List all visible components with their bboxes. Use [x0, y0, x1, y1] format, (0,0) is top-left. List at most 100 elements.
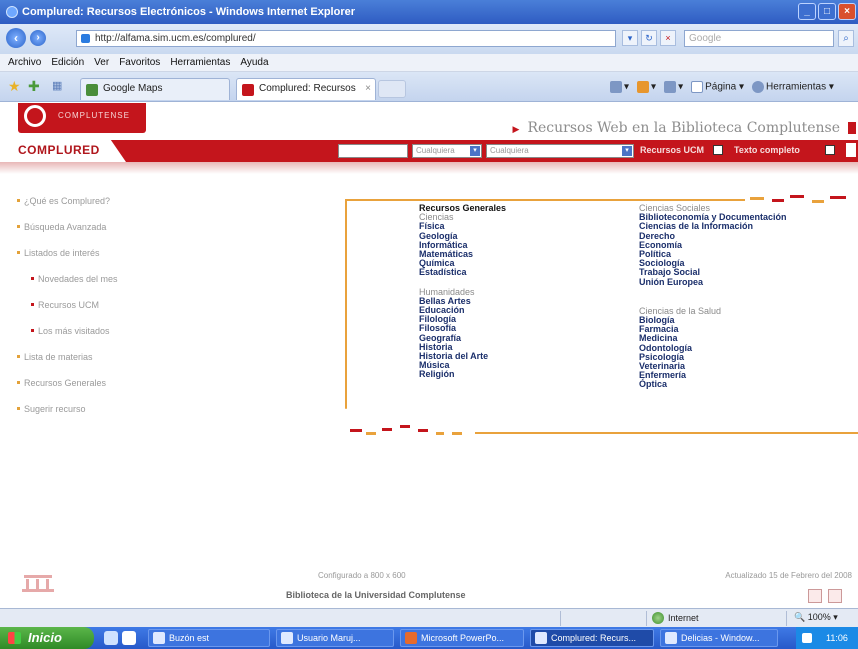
- taskbar-item[interactable]: Buzón est: [148, 629, 270, 647]
- search-go-button[interactable]: [846, 143, 856, 157]
- frame-border-left: [345, 199, 347, 409]
- ie-quicklaunch-icon[interactable]: [104, 631, 118, 645]
- forward-icon[interactable]: ›: [30, 30, 46, 46]
- ie-logo-icon: [6, 6, 18, 18]
- frame-dash: [812, 200, 824, 203]
- quick-search-input[interactable]: [338, 144, 408, 158]
- frame-dash: [400, 425, 410, 428]
- subject-link[interactable]: Óptica: [639, 380, 787, 389]
- accessibility-icon[interactable]: [808, 589, 822, 603]
- taskbar-item[interactable]: Microsoft PowerPo...: [400, 629, 524, 647]
- print-icon[interactable]: ▾: [664, 81, 683, 93]
- nav-item[interactable]: Lista de materias: [0, 351, 190, 377]
- taskbar-item[interactable]: Delicias - Window...: [660, 629, 778, 647]
- stop-icon[interactable]: ×: [660, 30, 676, 46]
- url-input[interactable]: http://alfama.sim.ucm.es/complured/: [76, 30, 616, 47]
- back-icon[interactable]: ‹: [6, 28, 26, 48]
- nav-item[interactable]: Búsqueda Avanzada: [0, 221, 190, 247]
- zoom-icon: 🔍: [794, 612, 806, 622]
- google-maps-favicon-icon: [86, 84, 98, 96]
- menu-ayuda[interactable]: Ayuda: [240, 57, 268, 68]
- search-input[interactable]: Google: [684, 30, 834, 47]
- texto-completo-label: Texto completo: [734, 145, 800, 155]
- page-menu[interactable]: Página ▾: [691, 81, 744, 93]
- tab-complured[interactable]: Complured: Recursos Ele... ×: [236, 78, 376, 114]
- frame-dash: [418, 429, 428, 432]
- footer-resolution-note: Configurado a 800 x 600: [318, 571, 406, 580]
- footer-library-name[interactable]: Biblioteca de la Universidad Complutense: [286, 590, 466, 600]
- frame-border-bottom: [475, 432, 858, 434]
- brand-name[interactable]: COMPLURED: [18, 143, 100, 157]
- tab-google-maps[interactable]: Google Maps: [80, 78, 230, 100]
- footer-update-date: Actualizado 15 de Febrero del 2008: [725, 571, 852, 580]
- frame-dash: [436, 432, 444, 435]
- subject-link[interactable]: Unión Europea: [639, 277, 787, 287]
- taskbar-item[interactable]: Usuario Maruj...: [276, 629, 394, 647]
- tab-list-icon[interactable]: ▦: [52, 79, 66, 93]
- complured-favicon-icon: [242, 84, 254, 96]
- status-bar: Internet 🔍 100% ▾: [0, 608, 858, 627]
- frame-border-top: [345, 199, 745, 201]
- subjects-column-2: Ciencias Sociales Biblioteconomía y Docu…: [639, 203, 787, 390]
- nav-item[interactable]: Listados de interés: [0, 247, 190, 273]
- nav-item[interactable]: Recursos Generales: [0, 377, 190, 403]
- nav-item[interactable]: Sugerir recurso: [0, 403, 190, 429]
- recursos-ucm-checkbox[interactable]: [713, 145, 723, 155]
- search-icon[interactable]: ⌕: [838, 30, 854, 47]
- home-icon[interactable]: ▾: [610, 81, 629, 93]
- chevron-down-icon: ▾: [622, 146, 632, 156]
- minimize-button[interactable]: _: [798, 3, 816, 20]
- ucm-logo[interactable]: COMPLUTENSE: [18, 103, 146, 133]
- nav-subitem[interactable]: Recursos UCM: [0, 299, 190, 325]
- brand-bar-shadow: [0, 162, 858, 174]
- tab-bar: ★ ✚ ▦ Google Maps Complured: Recursos El…: [0, 72, 858, 114]
- frame-dash: [452, 432, 462, 435]
- frame-dash: [772, 199, 784, 202]
- window-title-bar: Complured: Recursos Electrónicos - Windo…: [0, 0, 858, 24]
- frame-dash: [750, 197, 764, 200]
- frame-dash: [790, 195, 804, 198]
- tab-label: Google Maps: [103, 83, 163, 94]
- feeds-icon[interactable]: ▾: [637, 81, 656, 93]
- nav-item[interactable]: ¿Qué es Complured?: [0, 195, 190, 221]
- desktop-quicklaunch-icon[interactable]: [122, 631, 136, 645]
- new-tab-button[interactable]: [378, 80, 406, 98]
- recursos-ucm-label: Recursos UCM: [640, 145, 705, 155]
- menu-favoritos[interactable]: Favoritos: [119, 57, 160, 68]
- frame-dash: [830, 196, 846, 199]
- mail-icon[interactable]: [828, 589, 842, 603]
- tab-close-icon[interactable]: ×: [365, 79, 371, 99]
- menu-edicion[interactable]: Edición: [51, 57, 84, 68]
- frame-dash: [350, 429, 362, 432]
- maximize-button[interactable]: □: [818, 3, 836, 20]
- title-marker: [848, 122, 856, 134]
- taskbar-item[interactable]: Complured: Recurs...: [530, 629, 654, 647]
- internet-globe-icon: [652, 612, 664, 624]
- zone-label: Internet: [668, 613, 699, 623]
- subject-link[interactable]: Religión: [419, 370, 506, 379]
- menu-archivo[interactable]: Archivo: [8, 57, 41, 68]
- field-select-value: Cualquiera: [416, 146, 455, 155]
- type-select-value: Cualquiera: [490, 146, 529, 155]
- nav-subitem[interactable]: Novedades del mes: [0, 273, 190, 299]
- left-navigation: ¿Qué es Complured? Búsqueda Avanzada Lis…: [0, 195, 190, 429]
- nav-subitem[interactable]: Los más visitados: [0, 325, 190, 351]
- texto-completo-checkbox[interactable]: [825, 145, 835, 155]
- frame-dash: [382, 428, 392, 431]
- start-button[interactable]: Inicio: [0, 627, 94, 649]
- refresh-icon[interactable]: ↻: [641, 30, 657, 46]
- dropdown-icon[interactable]: ▾: [622, 30, 638, 46]
- add-favorite-icon[interactable]: ✚: [28, 79, 42, 93]
- tools-menu[interactable]: Herramientas ▾: [752, 81, 834, 93]
- menu-herramientas[interactable]: Herramientas: [170, 57, 230, 68]
- frame-dash: [366, 432, 376, 435]
- favorites-star-icon[interactable]: ★: [8, 79, 22, 93]
- zoom-control[interactable]: 🔍 100% ▾: [794, 612, 838, 623]
- menu-ver[interactable]: Ver: [94, 57, 109, 68]
- type-select[interactable]: Cualquiera ▾: [486, 144, 634, 158]
- system-tray-clock[interactable]: 11:06: [796, 627, 858, 649]
- address-bar: ‹ › http://alfama.sim.ucm.es/complured/ …: [0, 24, 858, 54]
- field-select[interactable]: Cualquiera ▾: [412, 144, 482, 158]
- subject-link[interactable]: Estadística: [419, 268, 506, 277]
- close-button[interactable]: ×: [838, 3, 856, 20]
